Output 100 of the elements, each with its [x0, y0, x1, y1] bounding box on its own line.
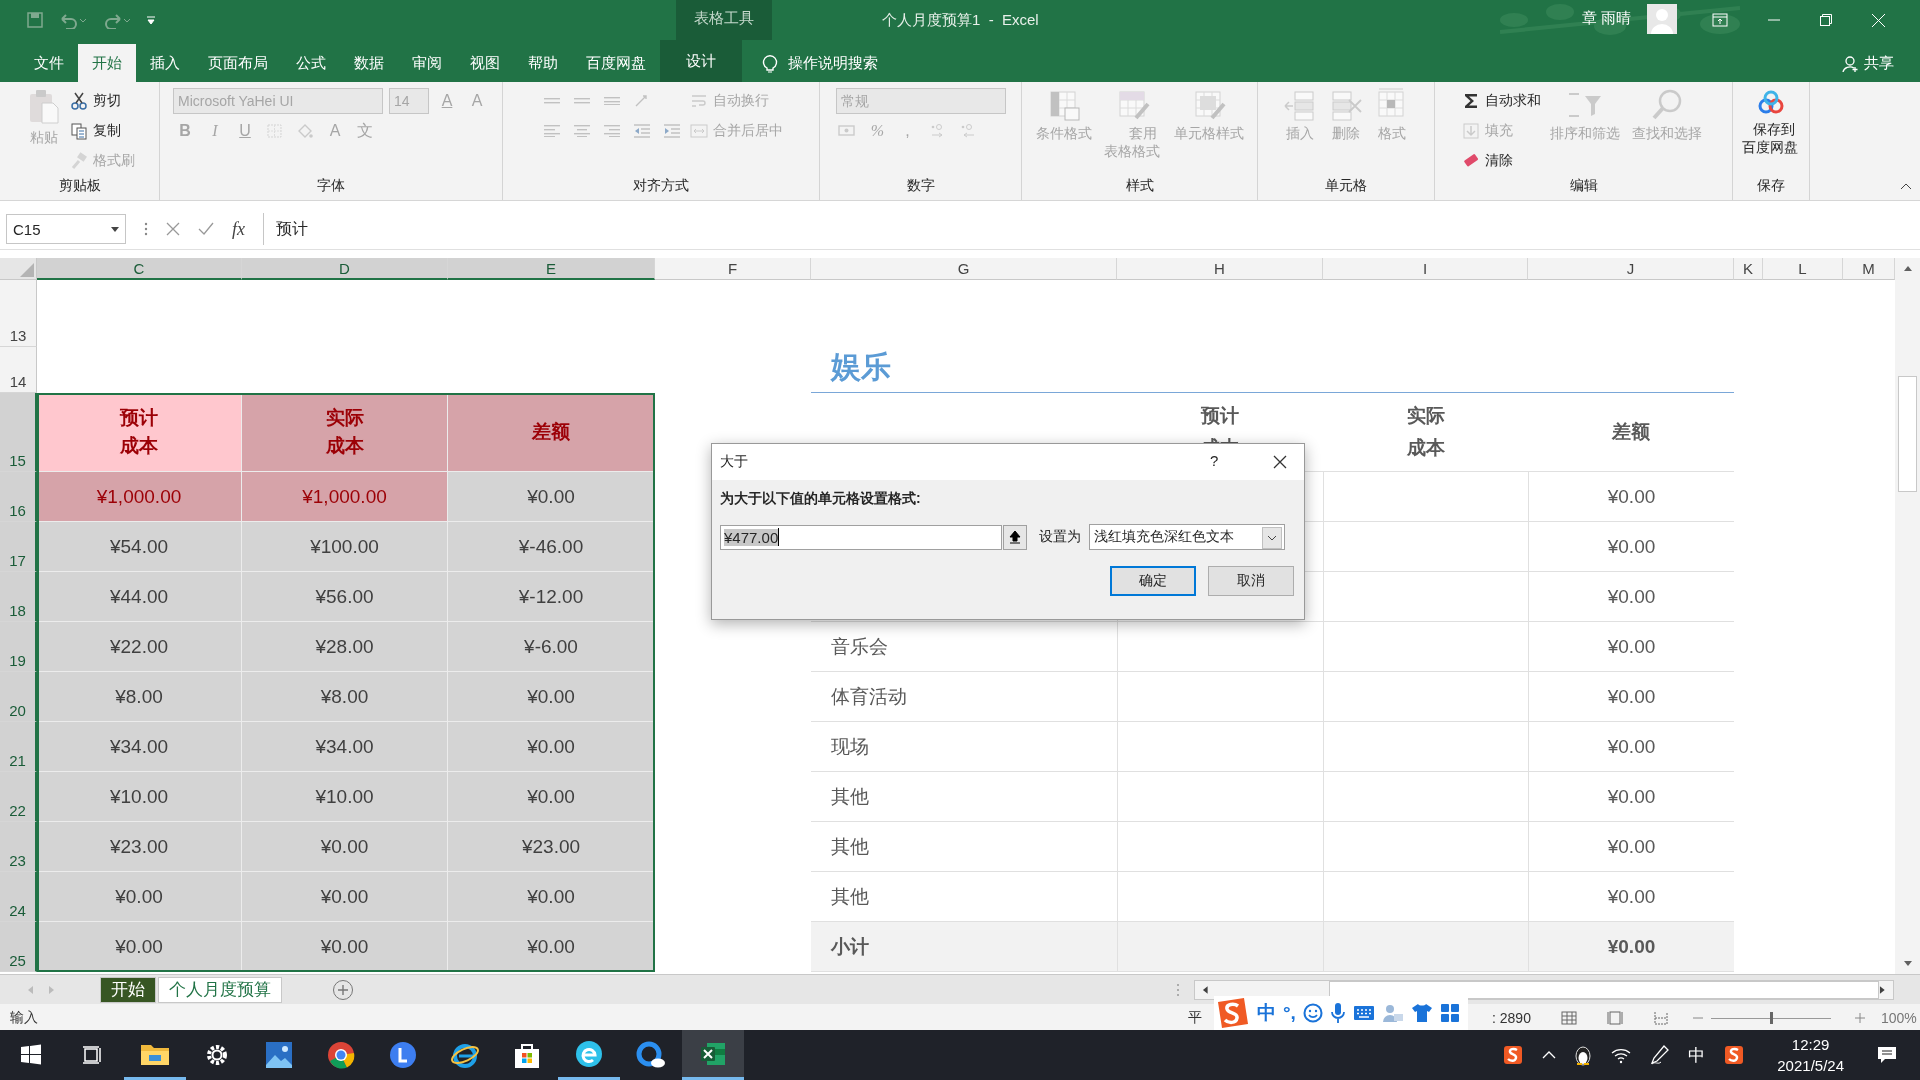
keyboard-icon[interactable]	[1352, 1005, 1375, 1021]
ribbon-tab[interactable]: 设计	[660, 40, 742, 82]
row-header[interactable]: 19	[0, 622, 37, 672]
column-header[interactable]: G	[811, 258, 1117, 280]
slider-thumb[interactable]	[1769, 1012, 1773, 1024]
row-header[interactable]: 13	[0, 280, 37, 347]
vertical-scrollbar[interactable]	[1895, 258, 1920, 974]
punctuation-mode[interactable]: °,	[1283, 1002, 1296, 1024]
clock[interactable]: 12:29 2021/5/24	[1777, 1034, 1844, 1076]
scrollbar-thumb[interactable]	[1898, 376, 1917, 492]
row-header[interactable]: 14	[0, 347, 37, 393]
page-layout-icon[interactable]	[1606, 1011, 1623, 1025]
scroll-left-icon[interactable]	[1201, 984, 1209, 995]
ribbon-display-icon[interactable]	[1712, 13, 1728, 27]
column-header[interactable]: J	[1528, 258, 1734, 280]
ime-logo-icon[interactable]	[1723, 1044, 1746, 1066]
column-header[interactable]: K	[1734, 258, 1763, 280]
column-header[interactable]: L	[1763, 258, 1843, 280]
ribbon-button[interactable]: 自动求和	[1462, 88, 1541, 114]
scroll-up-icon[interactable]	[1902, 264, 1913, 272]
grid-icon[interactable]	[1439, 1003, 1460, 1023]
ribbon-tab[interactable]: 数据	[340, 44, 398, 82]
page-break-icon[interactable]	[1652, 1011, 1669, 1025]
notification-icon[interactable]	[1876, 1045, 1898, 1065]
ribbon-tab[interactable]: 公式	[282, 44, 340, 82]
row-header[interactable]: 22	[0, 772, 37, 822]
formula-field[interactable]: 预计	[263, 213, 1920, 245]
horizontal-scrollbar[interactable]	[1194, 979, 1894, 1000]
ribbon-button[interactable]: 复制	[70, 118, 121, 144]
table-cell: ¥0.00	[1528, 672, 1734, 722]
scrollbar-thumb[interactable]	[1328, 980, 1880, 999]
browser-icon	[327, 1041, 355, 1069]
restore-icon[interactable]	[1820, 14, 1832, 26]
help-button[interactable]: ?	[1210, 452, 1219, 469]
ribbon-tab[interactable]: 帮助	[514, 44, 572, 82]
wifi-icon[interactable]	[1610, 1046, 1633, 1064]
save-icon[interactable]	[26, 11, 44, 29]
undo-icon[interactable]	[58, 11, 88, 29]
collapse-dialog-button[interactable]	[1003, 524, 1027, 550]
name-box[interactable]: C15	[6, 214, 126, 244]
ribbon-tab[interactable]: 百度网盘	[572, 44, 660, 82]
copy-icon	[70, 122, 88, 140]
row-header[interactable]: 15	[0, 393, 37, 472]
column-header[interactable]: D	[242, 258, 448, 280]
zoom-in-icon[interactable]	[1854, 1013, 1865, 1023]
photo-icon	[265, 1041, 293, 1069]
column-header[interactable]: H	[1117, 258, 1323, 280]
column-header[interactable]: E	[448, 258, 655, 280]
shirt-icon[interactable]	[1410, 1003, 1433, 1023]
ribbon-tab[interactable]: 插入	[136, 44, 194, 82]
ribbon-button[interactable]: 保存到百度网盘	[1739, 88, 1803, 156]
value-field[interactable]: ¥477.00	[720, 524, 1002, 550]
sheet-tab[interactable]: 开始	[100, 976, 156, 1003]
ribbon-tab[interactable]: 审阅	[398, 44, 456, 82]
dialog-button[interactable]: 确定	[1110, 566, 1196, 596]
align-right-icon	[602, 124, 621, 138]
scroll-down-icon[interactable]	[1902, 960, 1913, 968]
ime-logo-icon[interactable]	[1502, 1044, 1525, 1066]
share-button[interactable]: 共享	[1842, 54, 1894, 73]
row-header[interactable]: 21	[0, 722, 37, 772]
input-language[interactable]: 中	[1688, 1043, 1706, 1067]
enter-icon[interactable]	[198, 222, 214, 236]
ribbon-tab[interactable]: 页面布局	[194, 44, 282, 82]
row-header[interactable]: 25	[0, 922, 37, 972]
split-handle-icon[interactable]	[1176, 982, 1180, 997]
column-header[interactable]: M	[1843, 258, 1895, 280]
sheet-tab[interactable]: 个人月度预算	[158, 976, 282, 1003]
person-icon[interactable]	[1381, 1003, 1404, 1023]
ribbon-button[interactable]: 清除	[1462, 148, 1513, 174]
normal-view-icon[interactable]	[1560, 1011, 1577, 1025]
tell-me-search[interactable]: 操作说明搜索	[762, 44, 878, 82]
chevron-up-icon[interactable]	[1542, 1050, 1557, 1060]
add-sheet-icon[interactable]	[332, 978, 354, 1001]
ribbon-button[interactable]: 剪切	[70, 88, 121, 114]
penguin-icon[interactable]	[1574, 1044, 1593, 1066]
row-header[interactable]: 23	[0, 822, 37, 872]
collapse-ribbon-icon[interactable]	[1900, 182, 1912, 190]
format-dropdown[interactable]: 浅红填充色深红色文本	[1089, 524, 1285, 550]
close-icon[interactable]	[1273, 455, 1287, 469]
ribbon-tab[interactable]: 视图	[456, 44, 514, 82]
ribbon-tab[interactable]: 开始	[78, 44, 136, 82]
cancel-icon[interactable]	[166, 222, 180, 236]
redo-icon[interactable]	[102, 11, 132, 29]
column-header[interactable]: I	[1323, 258, 1528, 280]
microphone-icon[interactable]	[1329, 1002, 1346, 1024]
row-header[interactable]: 24	[0, 872, 37, 922]
ribbon-tab[interactable]: 文件	[20, 44, 78, 82]
ime-mode[interactable]: 中	[1257, 1000, 1276, 1026]
smiley-icon[interactable]	[1302, 1003, 1323, 1023]
insert-function-button[interactable]: fx	[232, 218, 245, 240]
row-header[interactable]: 17	[0, 522, 37, 572]
row-header[interactable]: 20	[0, 672, 37, 722]
customize-toolbar-icon[interactable]	[146, 14, 156, 26]
dialog-button[interactable]: 取消	[1208, 566, 1294, 596]
row-header[interactable]: 18	[0, 572, 37, 622]
pen-icon[interactable]	[1650, 1044, 1671, 1066]
user-name[interactable]: 章 雨晴	[1582, 9, 1632, 28]
column-header[interactable]: C	[37, 258, 242, 280]
row-header[interactable]: 16	[0, 472, 37, 522]
column-header[interactable]: F	[655, 258, 811, 280]
